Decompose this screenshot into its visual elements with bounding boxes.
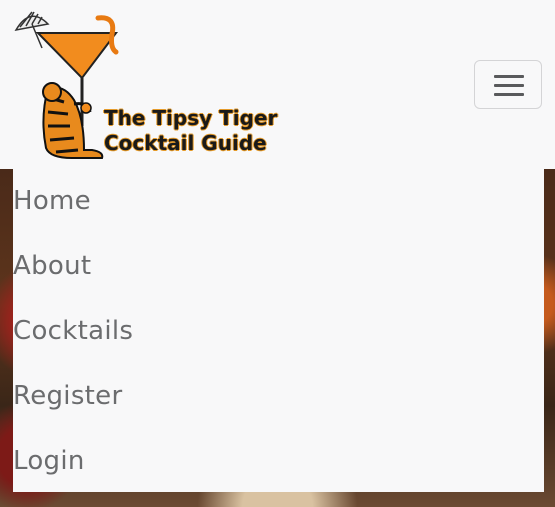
brand-name-line2: Cocktail Guide [104, 131, 267, 155]
nav-link-about[interactable]: About [13, 234, 544, 299]
hamburger-menu-icon [494, 75, 524, 96]
brand-logo-link[interactable]: The Tipsy Tiger Cocktail Guide [12, 8, 277, 164]
brand-name: The Tipsy Tiger Cocktail Guide [104, 106, 277, 156]
nav-link-cocktails[interactable]: Cocktails [13, 299, 544, 364]
nav-link-home[interactable]: Home [13, 169, 544, 234]
nav-item-cocktails: Cocktails [13, 299, 544, 364]
nav-item-about: About [13, 234, 544, 299]
nav-item-register: Register [13, 364, 544, 429]
nav-menu: Home About Cocktails Register Login [13, 169, 544, 492]
nav-link-login[interactable]: Login [13, 429, 544, 494]
navbar: The Tipsy Tiger Cocktail Guide [0, 0, 555, 169]
nav-item-login: Login [13, 429, 544, 494]
brand-name-line1: The Tipsy Tiger [104, 106, 278, 130]
nav-item-home: Home [13, 169, 544, 234]
navbar-toggler-button[interactable] [474, 60, 542, 109]
nav-link-register[interactable]: Register [13, 364, 544, 429]
